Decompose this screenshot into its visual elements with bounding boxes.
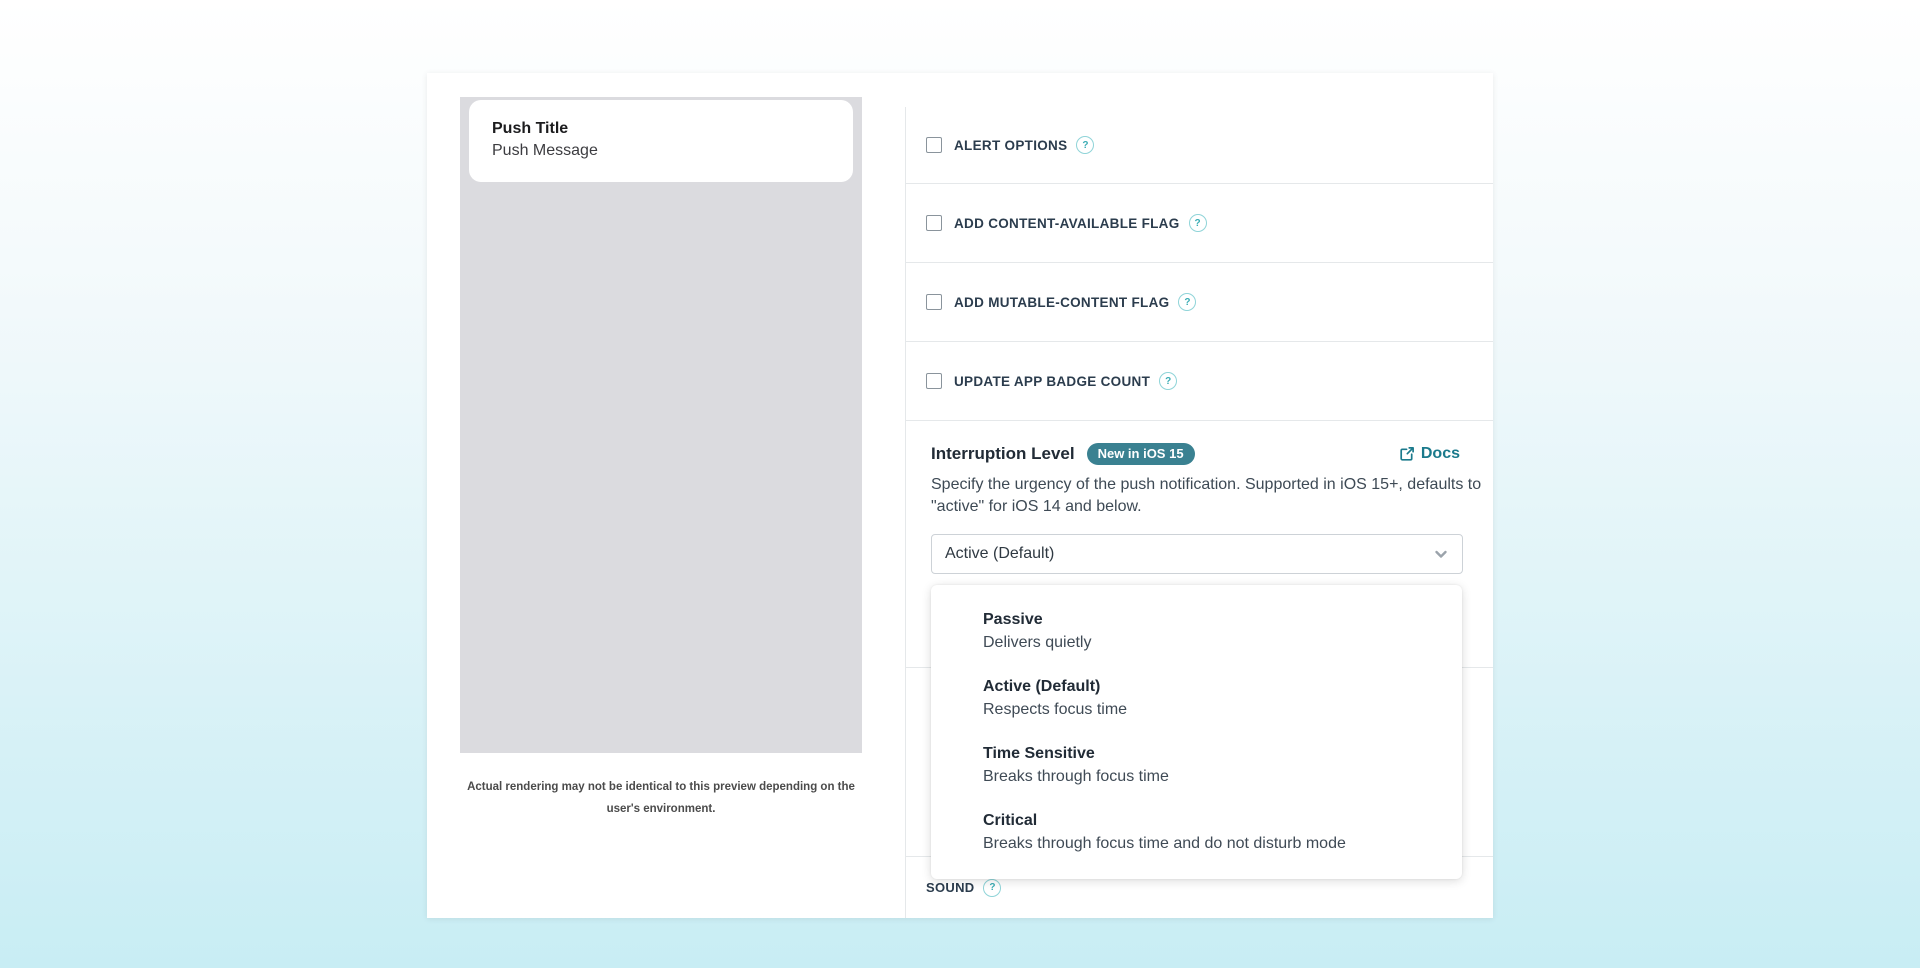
help-icon[interactable] — [1076, 136, 1094, 154]
interruption-level-description: Specify the urgency of the push notifica… — [931, 474, 1491, 518]
menu-option-time-sensitive[interactable]: Time Sensitive Breaks through focus time — [931, 732, 1462, 799]
badge-count-checkbox[interactable] — [926, 373, 942, 389]
push-preview-panel: Push Title Push Message — [460, 97, 862, 753]
page-background: Push Title Push Message Actual rendering… — [0, 0, 1920, 968]
help-icon[interactable] — [1189, 214, 1207, 232]
menu-option-title: Time Sensitive — [983, 743, 1438, 765]
mutable-content-label: ADD MUTABLE-CONTENT FLAG — [954, 295, 1169, 310]
interruption-level-select[interactable]: Active (Default) — [931, 534, 1463, 574]
menu-option-title: Passive — [983, 609, 1438, 631]
interruption-level-title: Interruption Level — [931, 444, 1075, 464]
push-message-text: Push Message — [492, 140, 853, 162]
mutable-content-checkbox[interactable] — [926, 294, 942, 310]
option-row-mutable-content: ADD MUTABLE-CONTENT FLAG — [906, 263, 1493, 342]
docs-link[interactable]: Docs — [1399, 445, 1460, 463]
sound-label: SOUND — [926, 880, 974, 895]
alert-options-label: ALERT OPTIONS — [954, 138, 1067, 153]
external-edit-icon — [1399, 446, 1415, 462]
push-title-text: Push Title — [492, 118, 853, 140]
menu-option-critical[interactable]: Critical Breaks through focus time and d… — [931, 799, 1462, 866]
chevron-down-icon — [1433, 546, 1449, 562]
menu-option-subtitle: Breaks through focus time — [983, 765, 1438, 788]
menu-option-subtitle: Breaks through focus time and do not dis… — [983, 832, 1438, 855]
push-composer-card: Push Title Push Message Actual rendering… — [427, 73, 1493, 918]
option-row-badge-count: UPDATE APP BADGE COUNT — [906, 342, 1493, 421]
badge-count-label: UPDATE APP BADGE COUNT — [954, 374, 1150, 389]
option-row-alert-options: ALERT OPTIONS — [906, 107, 1493, 184]
interruption-level-menu: Passive Delivers quietly Active (Default… — [931, 585, 1462, 879]
option-row-content-available: ADD CONTENT-AVAILABLE FLAG — [906, 184, 1493, 263]
preview-disclaimer: Actual rendering may not be identical to… — [460, 776, 862, 820]
content-available-label: ADD CONTENT-AVAILABLE FLAG — [954, 216, 1180, 231]
menu-option-subtitle: Delivers quietly — [983, 631, 1438, 654]
push-notification-preview: Push Title Push Message — [469, 100, 853, 182]
menu-option-title: Critical — [983, 810, 1438, 832]
docs-link-label: Docs — [1421, 445, 1460, 463]
menu-option-passive[interactable]: Passive Delivers quietly — [931, 598, 1462, 665]
menu-option-title: Active (Default) — [983, 676, 1438, 698]
new-in-ios15-badge: New in iOS 15 — [1087, 443, 1195, 465]
help-icon[interactable] — [1159, 372, 1177, 390]
menu-option-active-default[interactable]: Active (Default) Respects focus time — [931, 665, 1462, 732]
help-icon[interactable] — [983, 879, 1001, 897]
help-icon[interactable] — [1178, 293, 1196, 311]
alert-options-checkbox[interactable] — [926, 137, 942, 153]
menu-option-subtitle: Respects focus time — [983, 698, 1438, 721]
content-available-checkbox[interactable] — [926, 215, 942, 231]
selected-interruption-level: Active (Default) — [945, 545, 1054, 563]
